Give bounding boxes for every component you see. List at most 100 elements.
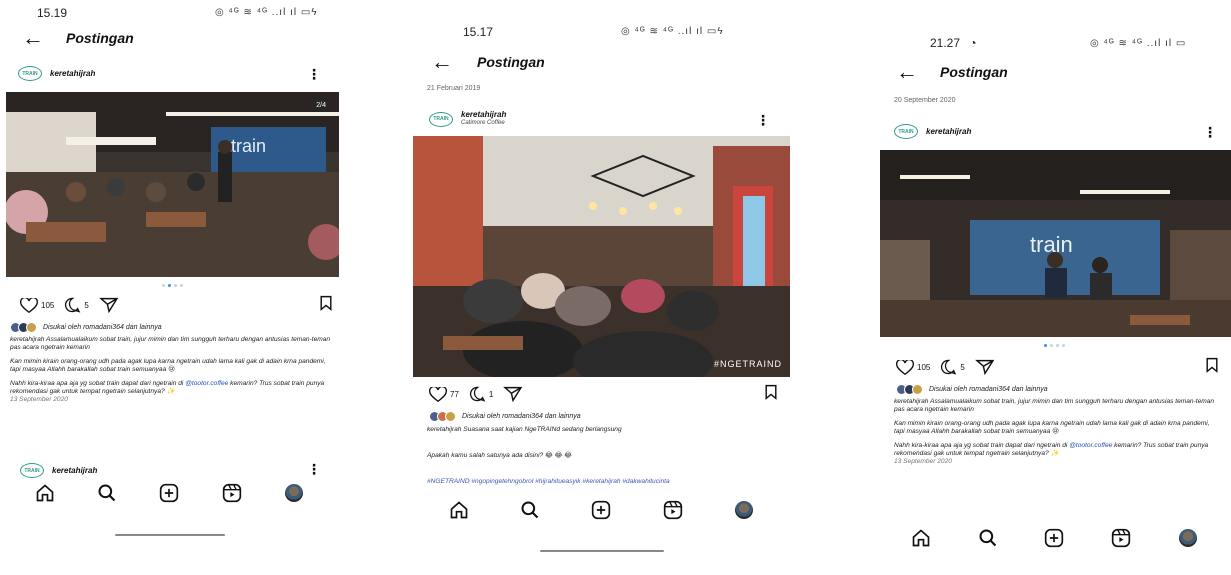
home-indicator[interactable] (115, 534, 225, 536)
comments-count: 1 (488, 389, 494, 399)
account-username[interactable]: keretahijrah (52, 466, 97, 475)
like-button[interactable]: 105 (896, 359, 930, 375)
nav-profile[interactable] (1176, 526, 1200, 550)
more-vert-icon[interactable]: ⋮ (307, 461, 321, 478)
liked-by-text: Disukai oleh romadani364 dan lainnya (462, 413, 581, 420)
nav-search[interactable] (518, 498, 542, 522)
liker-avatars (896, 384, 923, 395)
profile-icon (1178, 529, 1197, 547)
account-avatar[interactable]: TRAIN (18, 66, 42, 81)
nav-reels[interactable] (661, 498, 685, 522)
share-button[interactable] (974, 359, 998, 375)
bookmark-icon (320, 295, 332, 311)
bookmark-button[interactable] (1205, 357, 1219, 378)
account-avatar[interactable]: TRAIN (894, 124, 918, 139)
status-icons: ◎ ⁴ᴳ ≋ ⁴ᴳ ..ıl ıl ▭ϟ (621, 26, 724, 37)
bookmark-button[interactable] (764, 384, 778, 405)
nav-reels[interactable] (1109, 526, 1133, 550)
back-arrow-icon[interactable]: ← (896, 61, 926, 83)
mention-link[interactable]: @tootor.coffee (185, 380, 228, 387)
liker-avatar (445, 411, 456, 422)
post-photo[interactable]: #NGETRAIND (413, 136, 790, 377)
likes-count: 77 (450, 389, 459, 399)
photo-counter: 2/4 (311, 100, 331, 111)
liker-avatar (912, 384, 923, 395)
photo-stage-talk: train (880, 150, 1231, 337)
like-button[interactable]: 77 (429, 386, 459, 402)
caption-text: Nahh kira-kiraa apa aja yg sobat train d… (894, 442, 1070, 449)
status-time-icon: ◔ (969, 36, 977, 50)
post-photo[interactable]: train 2/4 (6, 92, 339, 277)
carousel-dot (180, 284, 183, 287)
nav-home[interactable] (909, 526, 933, 550)
logo-text: TRAIN (433, 116, 449, 122)
liked-by-row[interactable]: Disukai oleh romadani364 dan lainnya (896, 384, 1221, 395)
nav-home[interactable] (447, 498, 471, 522)
screen-2: 15.17 ◎ ⁴ᴳ ≋ ⁴ᴳ ..ıl ıl ▭ϟ ← Postingan 2… (413, 18, 790, 575)
account-avatar[interactable]: TRAIN (20, 463, 44, 478)
account-username[interactable]: keretahijrah (50, 69, 95, 78)
account-avatar[interactable]: TRAIN (429, 111, 453, 127)
nav-reels[interactable] (220, 481, 244, 505)
account-username[interactable]: keretahijrah (926, 127, 971, 136)
carousel-dot-active (1044, 344, 1047, 347)
nav-add-post[interactable] (1042, 526, 1066, 550)
comment-icon (65, 297, 81, 313)
nav-profile[interactable] (732, 498, 756, 522)
back-arrow-icon[interactable]: ← (22, 27, 52, 49)
liked-by-row[interactable]: Disukai oleh romadani364 dan lainnya (429, 411, 780, 422)
home-indicator[interactable] (540, 550, 664, 552)
comment-button[interactable]: 1 (469, 386, 493, 402)
account-username[interactable]: keretahijrah (461, 110, 506, 119)
previous-post-date: 21 Februari 2019 (427, 85, 481, 92)
likes-count: 105 (41, 300, 55, 310)
bottom-nav (888, 526, 1221, 550)
top-bar: ← Postingan (878, 61, 1231, 83)
share-button[interactable] (98, 297, 122, 313)
share-button[interactable] (503, 386, 526, 402)
liked-by-row[interactable]: Disukai oleh romadani364 dan lainnya (10, 322, 335, 333)
heart-icon (429, 386, 447, 402)
more-vert-icon[interactable]: ⋮ (756, 112, 770, 129)
post-header: TRAIN keretahijrah Catimore Coffee ⋮ (413, 110, 790, 128)
more-vert-icon[interactable]: ⋮ (307, 66, 321, 83)
caption-paragraph: keretahijrah Assalamualaikum sobat train… (894, 398, 1215, 413)
liker-avatars (10, 322, 37, 333)
reels-icon (222, 483, 241, 503)
comment-button[interactable]: 5 (64, 297, 89, 313)
reels-icon (1111, 528, 1131, 548)
bottom-nav (423, 498, 780, 522)
top-bar: ← Postingan (0, 27, 345, 49)
page-title: Postingan (66, 30, 134, 46)
back-arrow-icon[interactable]: ← (431, 51, 461, 73)
bookmark-button[interactable] (319, 295, 333, 316)
nav-profile[interactable] (282, 481, 306, 505)
logo-text: TRAIN (898, 128, 914, 135)
post-caption: keretahijrah Assalamualaikum sobat train… (894, 398, 1219, 466)
more-vert-icon[interactable]: ⋮ (1203, 124, 1217, 141)
bookmark-icon (765, 384, 777, 400)
comment-button[interactable]: 5 (940, 359, 965, 375)
heart-icon (896, 359, 914, 375)
carousel-dot (162, 284, 165, 287)
post-photo[interactable]: train (880, 150, 1231, 337)
top-bar: ← Postingan (413, 51, 790, 73)
nav-add-post[interactable] (157, 481, 181, 505)
previous-post-date: 20 September 2020 (894, 97, 956, 104)
home-icon (912, 529, 930, 547)
caption-text: Nahh kira-kiraa apa aja yg sobat train d… (10, 380, 186, 387)
screen-3: 21.27 ◔ ◎ ⁴ᴳ ≋ ⁴ᴳ ..ıl ıl ▭ ← Postingan … (878, 24, 1231, 575)
nav-home[interactable] (33, 481, 57, 505)
nav-search[interactable] (976, 526, 1000, 550)
add-post-icon (1045, 528, 1064, 548)
post-caption: keretahijrah Suasana saat kajian NgeTRAI… (427, 426, 780, 490)
like-button[interactable]: 105 (20, 297, 55, 313)
caption-paragraph: Kan mimin kirain orang-orang udh pada ag… (894, 420, 1210, 435)
caption-hashtags[interactable]: #NGETRAIND #ngopingetehngobrol #hijrahit… (427, 478, 780, 486)
nav-search[interactable] (95, 481, 119, 505)
account-location[interactable]: Catimore Coffee (461, 119, 506, 128)
nav-add-post[interactable] (589, 498, 613, 522)
mention-link[interactable]: @tootor.coffee (1069, 442, 1112, 449)
caption-paragraph: Nahh kira-kiraa apa aja yg sobat train d… (894, 442, 1219, 458)
status-time-text: 21.27 (930, 36, 961, 50)
